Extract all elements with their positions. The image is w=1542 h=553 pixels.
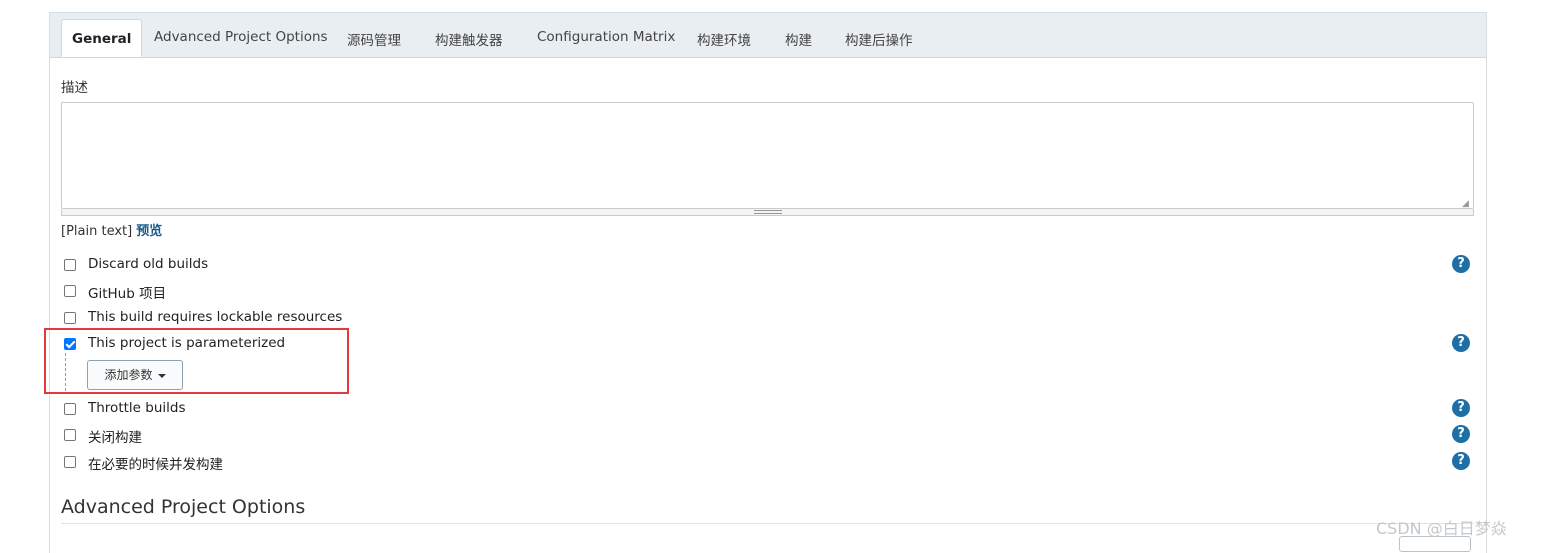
description-textarea[interactable]	[61, 102, 1474, 209]
help-icon[interactable]: ?	[1452, 334, 1470, 352]
section-title-advanced: Advanced Project Options	[61, 496, 306, 518]
help-icon[interactable]: ?	[1452, 425, 1470, 443]
description-label: 描述	[61, 80, 88, 96]
tab-advanced-project-options[interactable]: Advanced Project Options	[154, 29, 328, 45]
checkbox[interactable]	[64, 285, 76, 297]
nested-indent-line	[65, 353, 66, 391]
option-label: This project is parameterized	[88, 335, 286, 351]
checkbox[interactable]	[64, 429, 76, 441]
option-label: GitHub 项目	[88, 286, 167, 302]
format-line: [Plain text] 预览	[61, 220, 162, 239]
tab-bar: General Advanced Project Options 源码管理 构建…	[50, 13, 1486, 58]
option-label: Discard old builds	[88, 256, 209, 272]
textarea-resize-grip[interactable]	[61, 209, 1474, 216]
caret-down-icon	[157, 373, 166, 378]
option-label: 在必要的时候并发构建	[88, 457, 223, 473]
help-icon[interactable]: ?	[1452, 255, 1470, 273]
tab-build-environment[interactable]: 构建环境	[697, 29, 751, 49]
tab-source-code-management[interactable]: 源码管理	[347, 29, 401, 49]
checkbox[interactable]	[64, 403, 76, 415]
grip-icon	[754, 210, 782, 214]
section-divider	[61, 523, 1474, 524]
add-parameter-button[interactable]: 添加参数	[87, 360, 183, 390]
option-label: This build requires lockable resources	[88, 309, 343, 325]
plain-text-label: [Plain text]	[61, 224, 133, 239]
tab-post-build-actions[interactable]: 构建后操作	[845, 29, 913, 49]
config-panel: General Advanced Project Options 源码管理 构建…	[49, 12, 1487, 553]
tab-build[interactable]: 构建	[785, 29, 812, 49]
resize-corner-icon[interactable]: ◢	[1462, 199, 1472, 209]
checkbox[interactable]	[64, 312, 76, 324]
preview-link[interactable]: 预览	[136, 224, 162, 239]
option-label: 关闭构建	[88, 430, 142, 446]
checkbox-checked[interactable]	[64, 338, 76, 350]
add-parameter-label: 添加参数	[104, 368, 153, 382]
option-label: Throttle builds	[88, 400, 186, 416]
tab-configuration-matrix[interactable]: Configuration Matrix	[537, 29, 675, 45]
tab-build-triggers[interactable]: 构建触发器	[435, 29, 503, 49]
tab-general[interactable]: General	[61, 19, 143, 57]
checkbox[interactable]	[64, 456, 76, 468]
checkbox[interactable]	[64, 259, 76, 271]
watermark: CSDN @白日梦焱	[1376, 519, 1507, 538]
help-icon[interactable]: ?	[1452, 399, 1470, 417]
help-icon[interactable]: ?	[1452, 452, 1470, 470]
